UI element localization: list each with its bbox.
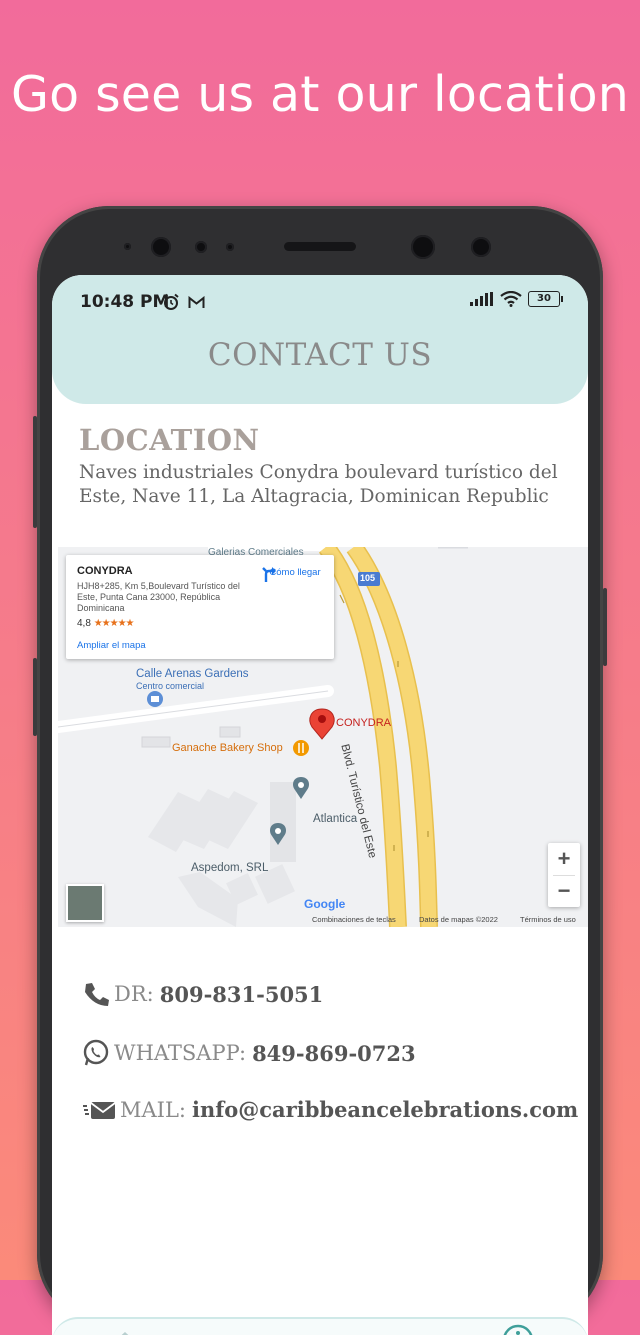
terms-link[interactable]: Términos de uso <box>520 915 576 924</box>
signal-icon <box>470 292 493 306</box>
app-header: 10:48 PM 30 CONTACT US <box>52 275 588 404</box>
alarm-icon <box>163 293 179 310</box>
whatsapp-icon <box>83 1039 109 1066</box>
contact-label: MAIL: <box>120 1097 186 1122</box>
map-label-ganache: Ganache Bakery Shop <box>172 742 283 754</box>
zoom-out-button[interactable]: − <box>548 875 580 907</box>
earpiece-speaker <box>284 242 356 251</box>
mail-icon <box>83 1101 116 1119</box>
place-address: HJH8+285, Km 5,Boulevard Turístico del E… <box>77 581 240 613</box>
front-sensor <box>226 243 234 251</box>
map-label-atlantica: Atlantica <box>313 813 358 825</box>
directions-icon <box>262 567 276 582</box>
page-title: CONTACT US <box>207 337 433 373</box>
zoom-controls: + − <box>548 843 580 907</box>
front-sensor <box>124 243 131 250</box>
map-label-conydra: CONYDRA <box>336 717 392 729</box>
directions-button[interactable]: Cómo llegar <box>260 565 330 582</box>
contact-mail[interactable]: MAIL: info@caribbeancelebrations.com <box>82 1097 578 1122</box>
promo-headline: Go see us at our location <box>10 66 630 123</box>
rating-stars: ★★★★★ <box>93 618 135 629</box>
keyboard-shortcuts-link[interactable]: Combinaciones de teclas <box>312 915 396 924</box>
contact-value: 849-869-0723 <box>252 1040 416 1066</box>
battery-icon: 30 <box>528 291 563 307</box>
home-icon[interactable] <box>110 1331 140 1335</box>
street-view-thumbnail[interactable] <box>66 884 104 922</box>
place-info-card: CONYDRA HJH8+285, Km 5,Boulevard Turísti… <box>66 555 334 659</box>
phone-icon <box>85 983 109 1006</box>
map-label-centro: Centro comercial <box>136 681 205 691</box>
enlarge-map-link[interactable]: Ampliar el mapa <box>77 640 146 651</box>
place-name: CONYDRA <box>77 565 133 577</box>
contact-label: DR: <box>114 982 154 1006</box>
gmail-icon <box>188 296 205 308</box>
google-logo: Google <box>304 897 346 911</box>
power-button <box>33 658 37 736</box>
location-title: LOCATION <box>79 423 260 457</box>
volume-button <box>33 416 37 528</box>
rating-value: 4,8 <box>77 618 91 629</box>
wifi-icon <box>500 291 522 307</box>
app-screen: 10:48 PM 30 CONTACT US LOCATION Naves in… <box>52 275 588 1335</box>
front-camera <box>411 235 435 259</box>
front-sensor <box>471 237 491 257</box>
profile-icon[interactable] <box>370 1331 402 1335</box>
status-time: 10:48 PM <box>80 292 170 312</box>
side-button <box>603 588 607 666</box>
map-data-credit: Datos de mapas ©2022 <box>419 915 498 924</box>
contact-whatsapp[interactable]: WHATSAPP: 849-869-0723 <box>82 1039 416 1067</box>
location-address: Naves industriales Conydra boulevard tur… <box>79 462 558 507</box>
front-camera <box>151 237 171 257</box>
map-label-aspedom: Aspedom, SRL <box>191 862 269 874</box>
map-label-arenas: Calle Arenas Gardens <box>136 668 249 680</box>
front-sensor <box>195 241 207 253</box>
phone-frame: 10:48 PM 30 CONTACT US LOCATION Naves in… <box>33 206 607 1335</box>
place-rating: 4,8 ★★★★★ <box>77 618 135 629</box>
zoom-in-button[interactable]: + <box>548 843 580 875</box>
highway-shield-label: 105 <box>360 573 376 583</box>
contact-value: 809-831-5051 <box>159 981 324 1007</box>
embedded-map[interactable]: Galerias Comerciales 105 Calle Arenas Ga… <box>58 547 588 927</box>
info-icon[interactable] <box>501 1323 535 1335</box>
contact-value: info@caribbeancelebrations.com <box>191 1097 579 1122</box>
gallery-icon[interactable] <box>238 1331 270 1335</box>
contact-label: WHATSAPP: <box>114 1041 247 1065</box>
contact-phone[interactable]: DR: 809-831-5051 <box>82 981 323 1007</box>
bottom-navigation <box>52 1317 588 1335</box>
